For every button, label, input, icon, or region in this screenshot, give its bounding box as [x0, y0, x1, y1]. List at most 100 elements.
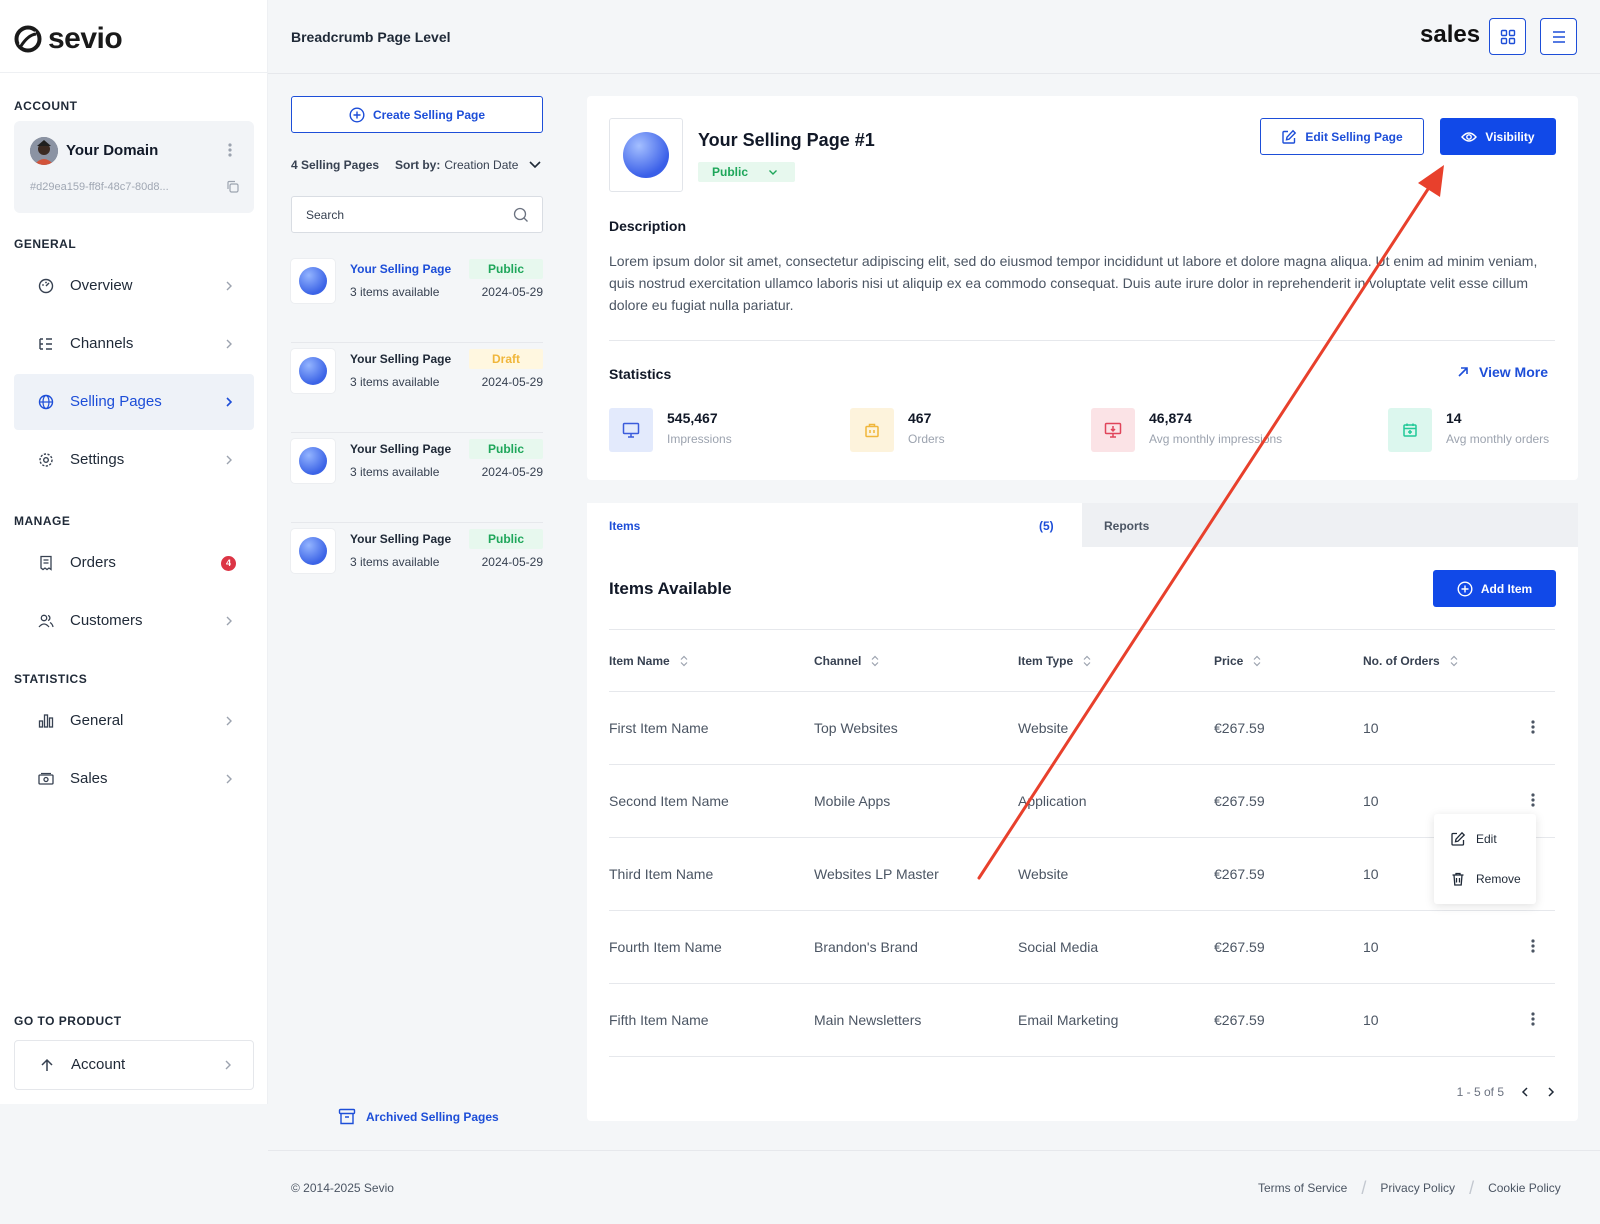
page-title: Your Selling Page [350, 532, 452, 546]
view-more-link[interactable]: View More [1457, 364, 1548, 380]
cell-item-type: Application [1018, 793, 1087, 809]
table-row[interactable]: Third Item Name Websites LP Master Websi… [609, 837, 1555, 910]
footer-link-terms[interactable]: Terms of Service [1258, 1181, 1347, 1195]
sidebar-item-selling-pages[interactable]: Selling Pages [14, 374, 254, 430]
table-row[interactable]: Second Item Name Mobile Apps Application… [609, 764, 1555, 837]
users-icon [38, 614, 54, 628]
table-row[interactable]: Fifth Item Name Main Newsletters Email M… [609, 983, 1555, 1056]
more-vertical-icon[interactable] [1531, 793, 1535, 807]
status-badge: Public [469, 529, 543, 549]
column-header-orders[interactable]: No. of Orders [1363, 654, 1458, 668]
tab-items-label: Items [609, 519, 641, 533]
stat-label: Avg monthly orders [1446, 432, 1550, 446]
more-vertical-icon[interactable] [1531, 1012, 1535, 1026]
go-to-account-button[interactable]: Account [14, 1040, 254, 1090]
chevron-right-icon [226, 397, 233, 407]
more-vertical-icon[interactable] [228, 143, 232, 157]
sidebar-item-general[interactable]: General [14, 693, 254, 749]
chevron-left-icon[interactable] [1520, 1086, 1530, 1098]
edit-selling-page-button[interactable]: Edit Selling Page [1260, 118, 1424, 155]
sidebar-item-label: Channels [70, 335, 134, 352]
page-title: Your Selling Page [350, 442, 452, 456]
visibility-status-dropdown[interactable]: Public [698, 162, 795, 182]
sevio-logo-icon [14, 25, 42, 53]
description-text: Lorem ipsum dolor sit amet, consectetur … [609, 253, 1538, 313]
more-vertical-icon[interactable] [1531, 720, 1535, 734]
sidebar-item-channels[interactable]: Channels [14, 316, 254, 372]
column-header-price[interactable]: Price [1214, 654, 1261, 668]
selling-page-list-item[interactable]: Your Selling Page Public 3 items availab… [291, 433, 543, 523]
chevron-right-icon [226, 281, 232, 291]
cell-channel: Main Newsletters [814, 1012, 922, 1028]
description-heading: Description [609, 218, 687, 234]
visibility-button[interactable]: Visibility [1440, 118, 1556, 155]
create-selling-page-label: Create Selling Page [372, 107, 486, 122]
page-items-count: 3 items available [350, 285, 440, 299]
sidebar-item-customers[interactable]: Customers [14, 593, 254, 649]
status-badge: Public [469, 259, 543, 279]
cash-icon [38, 772, 54, 785]
add-item-button[interactable]: Add Item [1433, 570, 1556, 607]
selling-page-list-item[interactable]: Your Selling Page Draft 3 items availabl… [291, 343, 543, 433]
column-header-item-name[interactable]: Item Name [609, 654, 688, 668]
domain-id: #d29ea159-ff8f-48c7-80d8... [30, 181, 169, 193]
chevron-right-icon [226, 774, 232, 784]
chevron-right-icon [226, 716, 232, 726]
selling-page-list-item[interactable]: Your Selling Page Public 3 items availab… [291, 523, 543, 613]
cell-orders: 10 [1363, 720, 1379, 736]
menu-item-remove[interactable]: Remove [1450, 871, 1521, 887]
sidebar-divider [0, 72, 268, 73]
product-brand: sales [1420, 21, 1481, 48]
selling-page-list-item[interactable]: Your Selling Page Public 3 items availab… [291, 253, 543, 343]
sidebar: sevio ACCOUNT Your Domain #d29ea159-ff8f… [0, 0, 268, 1104]
status-badge: Public [469, 439, 543, 459]
copy-icon[interactable] [226, 180, 239, 193]
column-header-channel[interactable]: Channel [814, 654, 879, 668]
cell-channel: Websites LP Master [814, 866, 939, 882]
plus-circle-icon [1457, 580, 1473, 597]
footer-link-cookie[interactable]: Cookie Policy [1488, 1181, 1561, 1195]
sidebar-item-label: Settings [70, 451, 125, 468]
page-title: Your Selling Page [350, 352, 452, 366]
sidebar-item-sales[interactable]: Sales [14, 751, 254, 807]
breadcrumb[interactable]: Breadcrumb Page Level [291, 29, 451, 45]
sort-dropdown[interactable]: Sort by: Creation Date [395, 158, 542, 172]
menu-button[interactable] [1540, 18, 1577, 55]
page-items-count: 3 items available [350, 555, 440, 569]
section-label-statistics: STATISTICS [14, 672, 88, 686]
sort-icon [1083, 655, 1091, 667]
sort-prefix: Sort by: [395, 158, 441, 172]
column-header-item-type[interactable]: Item Type [1018, 654, 1091, 668]
sidebar-item-settings[interactable]: Settings [14, 432, 254, 488]
sidebar-item-overview[interactable]: Overview [14, 258, 254, 314]
more-vertical-icon[interactable] [1531, 939, 1535, 953]
stat-label: Impressions [667, 432, 732, 446]
create-selling-page-button[interactable]: Create Selling Page [291, 96, 543, 133]
row-context-menu: Edit Remove [1434, 814, 1536, 904]
sidebar-item-label: Overview [70, 277, 133, 294]
table-row[interactable]: Fourth Item Name Brandon's Brand Social … [609, 910, 1555, 983]
archived-selling-pages-link[interactable]: Archived Selling Pages [338, 1108, 499, 1125]
menu-item-edit[interactable]: Edit [1450, 831, 1497, 847]
domain-card[interactable]: Your Domain #d29ea159-ff8f-48c7-80d8... [14, 121, 254, 213]
search-icon[interactable] [513, 207, 529, 223]
stat-value: 46,874 [1149, 410, 1192, 426]
cell-item-name: Fifth Item Name [609, 1012, 709, 1028]
footer-link-privacy[interactable]: Privacy Policy [1380, 1181, 1455, 1195]
search-input[interactable]: Search [291, 196, 543, 233]
table-row[interactable]: First Item Name Top Websites Website €26… [609, 691, 1555, 764]
cell-channel: Mobile Apps [814, 793, 891, 809]
page-title: Your Selling Page #1 [698, 130, 875, 150]
sidebar-item-label: Selling Pages [70, 393, 162, 410]
edit-selling-page-label: Edit Selling Page [1305, 129, 1403, 144]
cell-orders: 10 [1363, 793, 1379, 809]
tab-reports[interactable]: Reports [1082, 503, 1578, 547]
card-divider [609, 340, 1555, 341]
chevron-right-icon [225, 1060, 231, 1070]
tab-items[interactable]: Items (5) [587, 503, 1082, 547]
sidebar-item-orders[interactable]: Orders 4 [14, 535, 254, 591]
sevio-logo[interactable]: sevio [14, 22, 123, 56]
edit-icon [1282, 129, 1297, 144]
apps-grid-button[interactable] [1489, 18, 1526, 55]
chevron-right-icon[interactable] [1546, 1086, 1556, 1098]
